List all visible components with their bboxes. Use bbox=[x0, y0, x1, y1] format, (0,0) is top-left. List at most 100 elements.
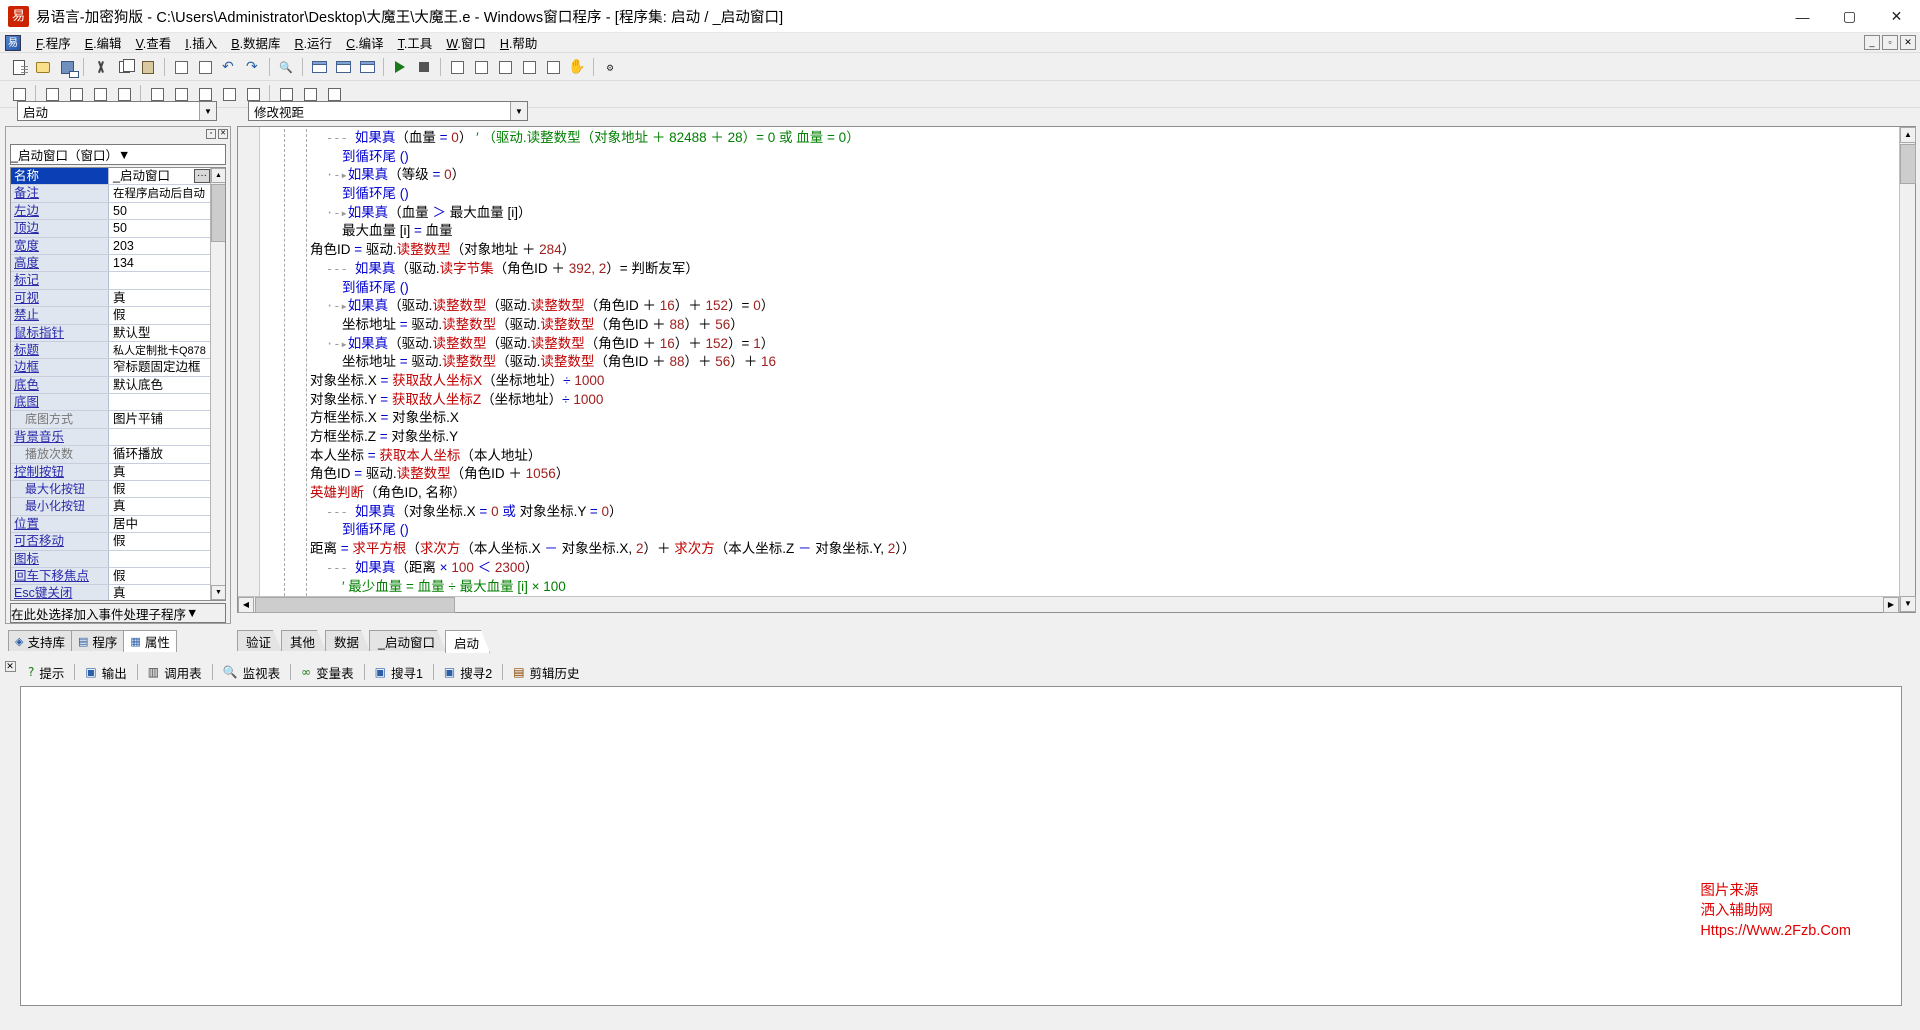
code-line[interactable]: ·-▸如果真（等级 = 0） bbox=[262, 166, 1897, 185]
panel-close-button[interactable]: ✕ bbox=[218, 129, 228, 139]
property-row[interactable]: 高度 134 bbox=[11, 254, 211, 273]
step-out-button[interactable] bbox=[494, 56, 516, 78]
code-line[interactable]: 对象坐标.X = 获取敌人坐标X（坐标地址）÷ 1000 bbox=[262, 372, 1897, 391]
property-row[interactable]: 背景音乐 bbox=[11, 428, 211, 447]
property-grid[interactable]: 名称 _启动窗口 ··· 备注 在程序启动后自动 左边 50 顶边 50 宽度 203 高度 134 标记… bbox=[10, 167, 226, 601]
dock-tab-监视表[interactable]: 🔍 监视表 bbox=[215, 661, 288, 683]
property-value[interactable]: 50 bbox=[109, 220, 211, 237]
new-file-button[interactable] bbox=[8, 56, 30, 78]
scroll-down-button[interactable]: ▼ bbox=[1900, 596, 1916, 612]
left-tab-支持库[interactable]: ◈ 支持库 bbox=[8, 630, 72, 651]
maximize-button[interactable]: ▢ bbox=[1826, 0, 1873, 33]
window-design-button[interactable] bbox=[308, 56, 330, 78]
property-value[interactable]: 203 bbox=[109, 237, 211, 254]
menu-item-5[interactable]: R.运行 bbox=[288, 31, 340, 54]
code-line[interactable]: 角色ID = 驱动.读整数型（角色ID ＋ 1056） bbox=[262, 465, 1897, 484]
property-value[interactable]: 假 bbox=[109, 307, 211, 324]
find-button[interactable]: 🔍 bbox=[275, 56, 297, 78]
property-value[interactable]: 居中 bbox=[109, 515, 211, 533]
minimize-button[interactable]: — bbox=[1779, 0, 1826, 33]
property-row[interactable]: 回车下移焦点假 bbox=[11, 567, 211, 586]
cut-button[interactable] bbox=[89, 56, 111, 78]
editor-horizontal-scrollbar[interactable]: ◀ ▶ bbox=[238, 596, 1899, 613]
hand-tool-button[interactable]: ✋ bbox=[566, 56, 588, 78]
editor-vertical-scrollbar[interactable]: ▲ ▼ bbox=[1899, 127, 1916, 612]
code-fold-marker[interactable]: ·-▸ bbox=[326, 299, 348, 313]
property-row[interactable]: 位置 居中 bbox=[11, 515, 211, 534]
property-row[interactable]: 名称 _启动窗口 ··· bbox=[11, 168, 211, 186]
property-row[interactable]: 图标 bbox=[11, 550, 211, 568]
property-row[interactable]: 底色 默认底色 bbox=[11, 376, 211, 395]
paste-button[interactable] bbox=[137, 56, 159, 78]
menu-item-4[interactable]: B.数据库 bbox=[224, 31, 287, 54]
chevron-down-icon[interactable]: ▼ bbox=[199, 102, 216, 120]
chevron-down-icon[interactable]: ▼ bbox=[118, 148, 130, 162]
dock-tab-提示[interactable]: ? 提示 bbox=[20, 661, 72, 683]
mdi-minimize-button[interactable]: _ bbox=[1864, 35, 1880, 50]
dock-tab-调用表[interactable]: ▥ 调用表 bbox=[140, 661, 210, 683]
code-line[interactable]: --- 如果真（对象坐标.X = 0 或 对象坐标.Y = 0） bbox=[262, 503, 1897, 522]
mdi-restore-button[interactable]: ▫ bbox=[1882, 35, 1898, 50]
property-value[interactable]: 图片平铺 bbox=[109, 411, 211, 428]
property-row[interactable]: 控制按钮真 bbox=[11, 463, 211, 482]
property-value[interactable]: 默认底色 bbox=[109, 376, 211, 394]
menu-item-0[interactable]: F.程序 bbox=[29, 31, 78, 54]
code-fold-marker[interactable]: --- bbox=[326, 131, 355, 145]
property-value[interactable]: 在程序启动后自动 bbox=[109, 185, 211, 202]
property-value[interactable]: 真 bbox=[109, 463, 211, 481]
dock-tab-输出[interactable]: ▣ 输出 bbox=[77, 661, 134, 683]
editor-tab-_启动窗口[interactable]: _启动窗口 bbox=[369, 630, 446, 651]
code-line[interactable]: 到循环尾 () bbox=[262, 185, 1897, 204]
code-line[interactable]: 方框坐标.Z = 对象坐标.Y bbox=[262, 428, 1897, 447]
property-value[interactable]: 窄标题固定边框 bbox=[109, 359, 211, 376]
align-center-button[interactable] bbox=[218, 83, 240, 105]
menu-item-7[interactable]: T.工具 bbox=[391, 31, 440, 54]
object-select[interactable]: _启动窗口（窗口） ▼ bbox=[10, 144, 226, 165]
chevron-down-icon[interactable]: ▼ bbox=[186, 606, 198, 620]
code-line[interactable]: 坐标地址 = 驱动.读整数型（驱动.读整数型（角色ID ＋ 88）＋ 56） bbox=[262, 316, 1897, 335]
property-value[interactable]: 真 bbox=[109, 289, 211, 307]
code-line[interactable]: 坐标地址 = 驱动.读整数型（驱动.读整数型（角色ID ＋ 88）＋ 56）＋ … bbox=[262, 353, 1897, 372]
compile-button[interactable]: ⚙ bbox=[599, 56, 621, 78]
code-view-button[interactable] bbox=[332, 56, 354, 78]
property-row[interactable]: 宽度 203 bbox=[11, 237, 211, 255]
code-fold-marker[interactable]: ·-▸ bbox=[326, 168, 348, 182]
event-select[interactable]: 修改视距 ▼ bbox=[248, 101, 528, 121]
code-line[interactable]: 方框坐标.X = 对象坐标.X bbox=[262, 409, 1897, 428]
property-value[interactable]: 真 bbox=[109, 498, 211, 515]
property-value[interactable]: 真 bbox=[109, 585, 211, 600]
menu-item-2[interactable]: V.查看 bbox=[129, 31, 179, 54]
property-value[interactable] bbox=[109, 550, 211, 567]
event-handler-select[interactable]: 在此处选择加入事件处理子程序 ▼ bbox=[10, 603, 226, 623]
dock-output-area[interactable]: 图片来源 洒入辅助网 Https://Www.2Fzb.Com bbox=[20, 686, 1902, 1006]
editor-tab-验证[interactable]: 验证 bbox=[237, 630, 282, 651]
step-into-button[interactable] bbox=[470, 56, 492, 78]
insert-row-button[interactable] bbox=[170, 56, 192, 78]
property-row[interactable]: 禁止假 bbox=[11, 307, 211, 325]
code-text-area[interactable]: --- 如果真（血量 = 0） ′ （驱动.读整数型（对象地址 ＋ 82488 … bbox=[262, 129, 1897, 596]
code-fold-marker[interactable]: ·-▸ bbox=[326, 337, 348, 351]
property-value[interactable]: 私人定制批卡Q878 bbox=[109, 341, 211, 359]
code-line[interactable]: 角色ID = 驱动.读整数型（对象地址 ＋ 284） bbox=[262, 241, 1897, 260]
code-line[interactable]: --- 如果真（驱动.读字节集（角色ID ＋ 392, 2）= 判断友军） bbox=[262, 260, 1897, 279]
toggle-breakpoint-button[interactable] bbox=[542, 56, 564, 78]
editor-tab-数据[interactable]: 数据 bbox=[325, 630, 370, 651]
scroll-right-button[interactable]: ▶ bbox=[1883, 597, 1899, 613]
editor-tab-其他[interactable]: 其他 bbox=[281, 630, 326, 651]
close-icon[interactable]: ✕ bbox=[4, 661, 16, 672]
code-editor[interactable]: --- 如果真（血量 = 0） ′ （驱动.读整数型（对象地址 ＋ 82488 … bbox=[237, 126, 1916, 613]
code-line[interactable]: ′ 最少血量 = 血量 ÷ 最大血量 [i] × 100 bbox=[262, 578, 1897, 597]
code-line[interactable]: ·-▸如果真（驱动.读整数型（驱动.读整数型（角色ID ＋ 16）＋ 152）=… bbox=[262, 335, 1897, 354]
property-row[interactable]: 播放次数 循环播放 bbox=[11, 446, 211, 464]
property-value[interactable]: 假 bbox=[109, 481, 211, 498]
copy-button[interactable] bbox=[113, 56, 135, 78]
property-value[interactable]: 假 bbox=[109, 567, 211, 585]
open-file-button[interactable] bbox=[32, 56, 54, 78]
undo-button[interactable]: ↶ bbox=[218, 56, 240, 78]
run-to-cursor-button[interactable] bbox=[518, 56, 540, 78]
delete-row-button[interactable] bbox=[194, 56, 216, 78]
code-fold-marker[interactable]: --- bbox=[326, 262, 355, 276]
menu-item-6[interactable]: C.编译 bbox=[339, 31, 391, 54]
code-line[interactable]: ·-▸如果真（驱动.读整数型（驱动.读整数型（角色ID ＋ 16）＋ 152）=… bbox=[262, 297, 1897, 316]
property-row[interactable]: 备注 在程序启动后自动 bbox=[11, 185, 211, 203]
